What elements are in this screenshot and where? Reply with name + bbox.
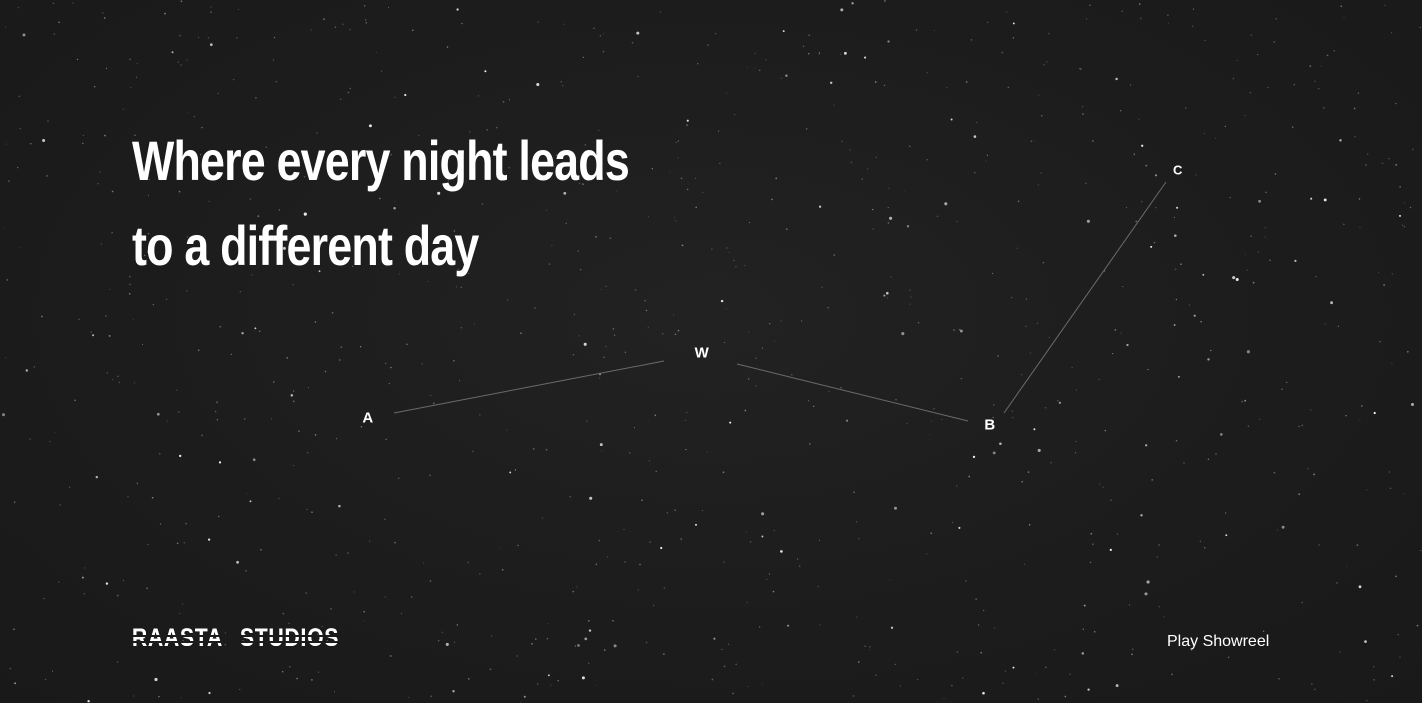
logo-word-1: RAASTA: [130, 623, 225, 653]
logo-glitch-slice: [238, 640, 342, 643]
logo-glitch-slice: [238, 634, 342, 637]
logo-glitch-slice: [130, 640, 225, 643]
constellation-node-a[interactable]: A: [362, 410, 373, 427]
logo-word-2-text: STUDIOS: [240, 623, 340, 652]
logo-glitch-slice: [130, 634, 225, 637]
constellation-node-b[interactable]: B: [984, 417, 995, 434]
logo-word-2: STUDIOS: [238, 623, 342, 653]
constellation-line-b-c: [1003, 181, 1167, 414]
studio-logo[interactable]: RAASTA STUDIOS: [130, 623, 358, 653]
constellation-line-a-w: [393, 360, 665, 414]
constellation-line-w-b: [736, 363, 969, 422]
hero-section: Where every night leads to a different d…: [0, 0, 1422, 703]
logo-word-1-text: RAASTA: [132, 623, 223, 652]
constellation-node-w[interactable]: W: [695, 345, 710, 362]
play-showreel-link[interactable]: Play Showreel: [1167, 633, 1269, 651]
constellation-lines: [393, 181, 1167, 422]
constellation-node-c[interactable]: C: [1173, 163, 1183, 178]
